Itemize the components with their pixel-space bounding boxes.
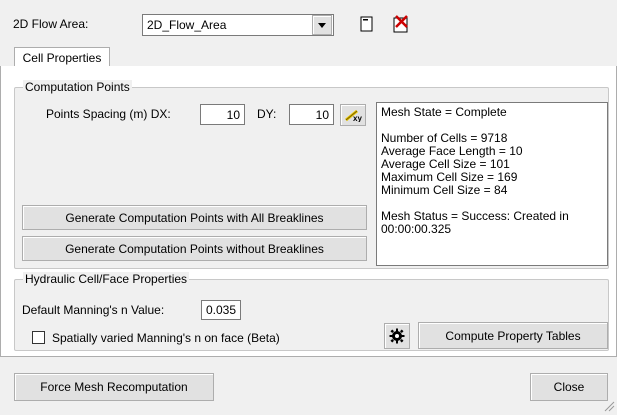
resize-grip-icon <box>604 401 615 412</box>
flow-area-value: 2D_Flow_Area <box>147 18 227 32</box>
mesh-info-line: 00:00:00.325 <box>381 222 452 236</box>
points-spacing-label: Points Spacing (m) DX: <box>46 107 171 121</box>
mesh-info-box: Mesh State = Complete Number of Cells = … <box>376 102 608 266</box>
flow-area-select[interactable]: 2D_Flow_Area <box>142 14 334 36</box>
manning-value: 0.035 <box>206 303 237 317</box>
compute-property-tables-button[interactable]: Compute Property Tables <box>418 322 608 349</box>
pencil-pick-icon: xy <box>345 109 362 122</box>
mesh-info-line: Mesh State = Complete <box>381 105 507 119</box>
dy-label: DY: <box>257 107 277 121</box>
dropdown-arrow-button[interactable] <box>312 15 332 35</box>
generate-without-breaklines-label: Generate Computation Points without Brea… <box>65 241 324 256</box>
dx-value: 10 <box>226 107 240 122</box>
mesh-info-line: Minimum Cell Size = 84 <box>381 183 508 197</box>
svg-text:xy: xy <box>353 114 362 122</box>
delete-button[interactable] <box>390 13 412 35</box>
dx-input[interactable]: 10 <box>200 104 245 125</box>
hydraulic-properties-legend: Hydraulic Cell/Face Properties <box>23 272 190 286</box>
force-mesh-recomputation-button[interactable]: Force Mesh Recomputation <box>14 373 214 401</box>
gear-icon <box>389 328 405 344</box>
generate-with-breaklines-label: Generate Computation Points with All Bre… <box>65 210 324 225</box>
dialog-window: { "header": { "flow_area_label": "2D Flo… <box>0 0 617 414</box>
tab-label: Cell Properties <box>22 51 102 65</box>
settings-button[interactable] <box>384 323 410 349</box>
footer-separator <box>0 356 617 357</box>
manning-label: Default Manning's n Value: <box>22 303 165 317</box>
dy-input[interactable]: 10 <box>289 104 334 125</box>
compute-property-tables-label: Compute Property Tables <box>445 328 581 343</box>
edit-icon <box>360 16 373 32</box>
generate-without-breaklines-button[interactable]: Generate Computation Points without Brea… <box>22 236 367 261</box>
resize-grip[interactable] <box>603 400 615 412</box>
manning-input[interactable]: 0.035 <box>201 300 241 320</box>
pick-spacing-button[interactable]: xy <box>340 104 366 126</box>
close-button[interactable]: Close <box>530 373 608 401</box>
force-mesh-recomputation-label: Force Mesh Recomputation <box>40 380 188 394</box>
dy-value: 10 <box>315 107 329 122</box>
spatially-varied-checkbox[interactable] <box>32 331 45 344</box>
tab-cell-properties[interactable]: Cell Properties <box>14 47 110 68</box>
edit-button[interactable] <box>357 14 377 34</box>
flow-area-label: 2D Flow Area: <box>13 17 89 31</box>
chevron-down-icon <box>318 22 326 28</box>
delete-icon <box>393 15 408 33</box>
computation-points-legend: Computation Points <box>23 80 132 94</box>
close-label: Close <box>553 380 585 394</box>
spatially-varied-label: Spatially varied Manning's n on face (Be… <box>52 331 280 345</box>
generate-with-breaklines-button[interactable]: Generate Computation Points with All Bre… <box>22 205 367 230</box>
